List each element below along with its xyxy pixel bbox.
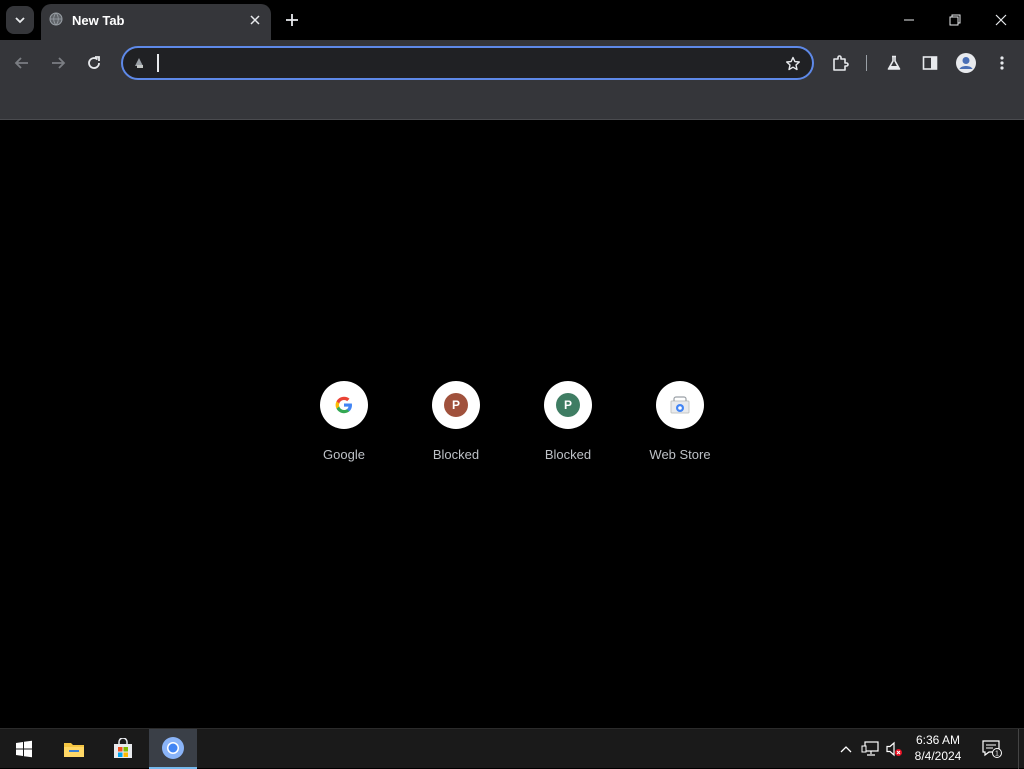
back-button[interactable]: [8, 49, 36, 77]
volume-button[interactable]: [884, 739, 904, 759]
minimize-icon: [904, 19, 914, 21]
chrome-taskbar-button[interactable]: [149, 729, 197, 769]
close-icon: [250, 15, 260, 25]
arrow-right-icon: [52, 57, 66, 69]
show-hidden-icons-button[interactable]: [836, 739, 856, 759]
title-bar: New Tab: [0, 0, 1024, 40]
network-icon: [861, 741, 879, 756]
star-icon: [786, 56, 800, 71]
side-panel-icon: [922, 56, 938, 70]
flask-icon: [887, 55, 901, 70]
tab-new-tab[interactable]: New Tab: [41, 4, 271, 40]
clock-date: 8/4/2024: [914, 749, 962, 763]
close-icon: [995, 14, 1007, 26]
puzzle-icon: [833, 55, 849, 71]
restore-button[interactable]: [932, 0, 978, 40]
chevron-up-icon: [840, 746, 852, 753]
restore-icon: [949, 14, 961, 26]
avatar-icon: [956, 53, 976, 73]
letter-p-icon: P: [444, 393, 468, 417]
shortcut-label: Web Store: [649, 447, 711, 462]
arrow-left-icon: [14, 57, 28, 69]
shortcut-tile: [656, 381, 704, 429]
action-center-button[interactable]: 1: [982, 739, 1002, 759]
file-explorer-icon: [64, 743, 84, 757]
letter-p-icon: P: [556, 393, 580, 417]
shortcut-blocked-2[interactable]: P Blocked: [522, 381, 614, 471]
new-tab-page: Google P Blocked P Blocked Web Store: [0, 121, 1024, 728]
windows-taskbar: 6:36 AM 8/4/2024 1: [0, 728, 1024, 769]
shortcut-web-store[interactable]: Web Store: [634, 381, 726, 471]
system-clock[interactable]: 6:36 AM 8/4/2024: [906, 732, 970, 766]
start-button[interactable]: [0, 729, 48, 769]
address-bar[interactable]: [121, 46, 814, 80]
labs-button[interactable]: [880, 49, 908, 77]
web-store-icon: [670, 396, 690, 414]
globe-icon: [49, 12, 63, 26]
tab-title: New Tab: [72, 13, 125, 28]
notifications-icon: 1: [982, 740, 1002, 758]
shortcut-label: Blocked: [432, 447, 480, 462]
bookmarks-bar: [0, 86, 1024, 120]
clock-time: 6:36 AM: [915, 733, 961, 747]
speaker-muted-icon: [886, 741, 902, 757]
chevron-down-icon: [15, 17, 25, 24]
tab-search-button[interactable]: [6, 6, 34, 34]
tab-close-button[interactable]: [246, 11, 264, 29]
file-explorer-button[interactable]: [50, 729, 98, 769]
notification-count: 1: [995, 751, 999, 758]
minimize-button[interactable]: [886, 0, 932, 40]
new-tab-button[interactable]: [280, 8, 304, 32]
google-g-icon: [335, 396, 352, 414]
reload-button[interactable]: [80, 49, 108, 77]
shortcut-tile: [320, 381, 368, 429]
toolbar-divider: [866, 55, 867, 71]
start-icon: [16, 740, 32, 758]
browser-toolbar: [0, 40, 1024, 86]
network-button[interactable]: [860, 739, 880, 759]
site-info-icon: [135, 58, 143, 68]
bookmark-star-button[interactable]: [780, 51, 806, 77]
microsoft-store-button[interactable]: [99, 729, 147, 769]
chrome-icon: [162, 737, 184, 759]
side-panel-button[interactable]: [916, 49, 944, 77]
shortcut-tile: P: [544, 381, 592, 429]
menu-button[interactable]: [988, 49, 1016, 77]
plus-icon: [286, 14, 298, 26]
profile-button[interactable]: [952, 49, 980, 77]
shortcut-blocked-1[interactable]: P Blocked: [410, 381, 502, 471]
reload-icon: [88, 56, 100, 69]
show-desktop-button[interactable]: [1018, 729, 1024, 769]
shortcut-label: Blocked: [544, 447, 592, 462]
shortcut-tile: P: [432, 381, 480, 429]
microsoft-store-icon: [114, 738, 132, 758]
forward-button[interactable]: [44, 49, 72, 77]
three-dots-vertical-icon: [1000, 56, 1004, 70]
close-window-button[interactable]: [978, 0, 1024, 40]
extensions-button[interactable]: [826, 49, 854, 77]
shortcut-google[interactable]: Google: [298, 381, 390, 471]
shortcut-label: Google: [323, 447, 365, 462]
address-input[interactable]: [155, 51, 775, 75]
